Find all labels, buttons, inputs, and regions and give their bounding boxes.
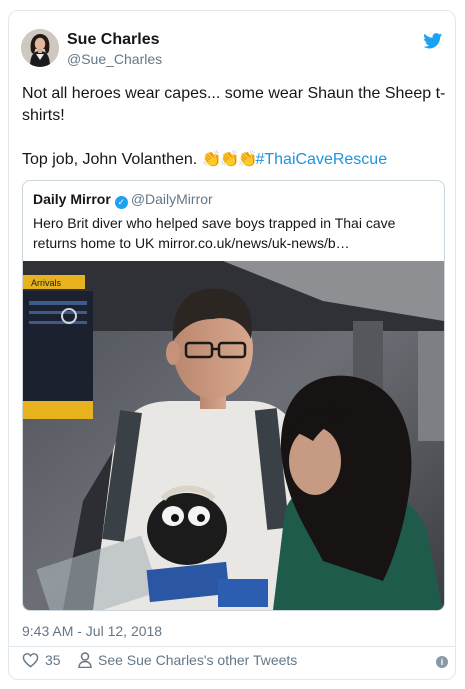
other-tweets-label: See Sue Charles's other Tweets [98,652,298,668]
twitter-bird-icon[interactable] [423,33,443,49]
embedded-tweet-card: Sue Charles @Sue_Charles Not all heroes … [8,10,456,680]
clapping-hands-emoji: 👏👏👏 [201,151,258,168]
quoted-tweet-header: Daily Mirror ✓ @DailyMirror [33,191,213,209]
tweet-text: Not all heroes wear capes... some wear S… [22,83,447,171]
tweet-header: Sue Charles @Sue_Charles [21,29,445,69]
quoted-tweet[interactable]: Daily Mirror ✓ @DailyMirror Hero Brit dive… [22,180,445,611]
footer-divider [9,646,455,647]
like-count: 35 [45,652,61,668]
tweet-timestamp[interactable]: 9:43 AM - Jul 12, 2018 [22,623,162,639]
other-tweets-link[interactable]: See Sue Charles's other Tweets [78,652,297,668]
heart-icon [22,653,39,668]
like-button[interactable]: 35 [22,652,61,668]
hashtag-link[interactable]: #ThaiCaveRescue [255,151,387,168]
verified-badge-icon: ✓ [114,196,128,209]
tweet-text-line1: Not all heroes wear capes... some wear S… [22,85,446,124]
info-icon[interactable]: i [436,656,448,668]
quoted-source-name[interactable]: Daily Mirror [33,191,111,207]
arrivals-sign: Arrivals [31,278,62,288]
tweet-text-prefix: Top job, John Volanthen. [22,151,202,168]
author-name[interactable]: Sue Charles [67,31,159,49]
person-icon [78,652,92,668]
quoted-source-handle[interactable]: @DailyMirror [131,191,213,207]
tweet-text-line2: Top job, John Volanthen. 👏👏👏#ThaiCaveRes… [22,149,447,171]
quoted-tweet-photo[interactable]: Arrivals [23,261,444,610]
tweet-footer: 35 See Sue Charles's other Tweets i [22,652,448,674]
author-handle[interactable]: @Sue_Charles [67,51,162,67]
author-avatar[interactable] [21,29,59,67]
quoted-tweet-text: Hero Brit diver who helped save boys tra… [33,215,396,251]
